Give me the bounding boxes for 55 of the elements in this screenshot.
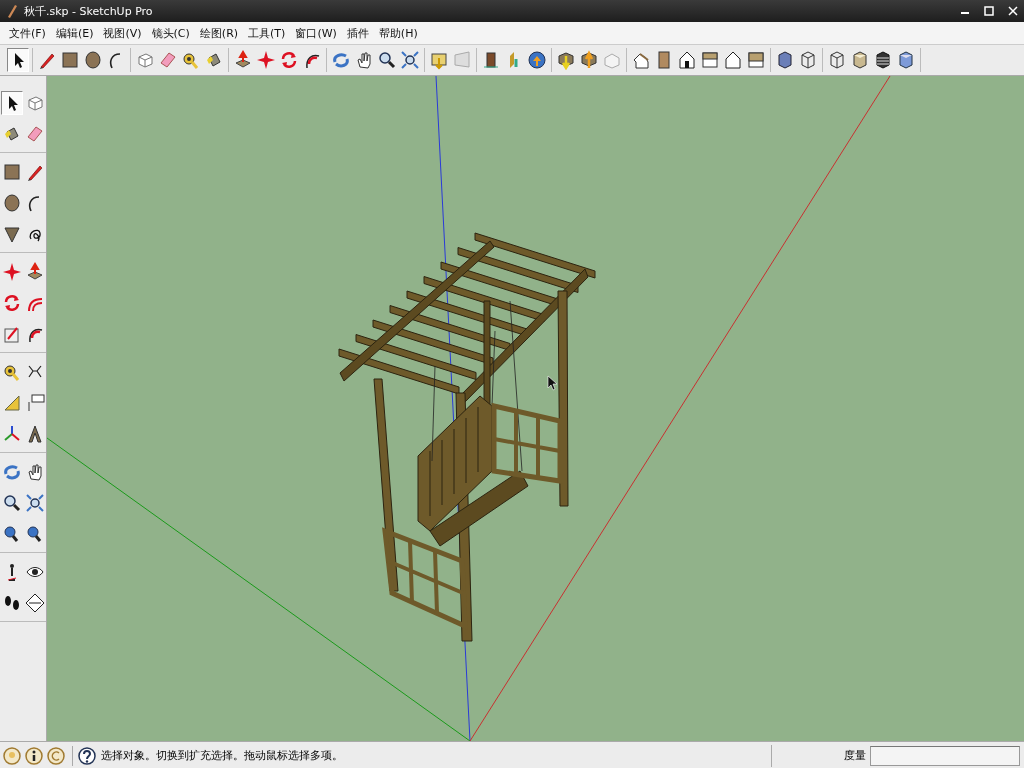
menu-item[interactable]: 插件 bbox=[341, 25, 374, 41]
square-icon[interactable] bbox=[746, 50, 766, 70]
building-icon[interactable] bbox=[481, 50, 501, 70]
help-icon[interactable] bbox=[77, 745, 97, 766]
label-icon[interactable] bbox=[25, 392, 45, 413]
status-hint: 选择对象。切换到扩充选择。拖动鼠标选择多项。 bbox=[101, 748, 343, 763]
house-icon[interactable] bbox=[723, 50, 743, 70]
tape-measure-icon[interactable] bbox=[181, 50, 201, 70]
rotate-icon[interactable] bbox=[279, 50, 299, 70]
swing-model-drawing[interactable] bbox=[338, 232, 596, 642]
rectangle-icon[interactable] bbox=[2, 161, 22, 182]
cube-icon[interactable] bbox=[798, 50, 818, 70]
push-pull-icon[interactable] bbox=[25, 261, 45, 282]
window-title: 秋千.skp - SketchUp Pro bbox=[24, 3, 153, 19]
diamond-icon[interactable] bbox=[25, 592, 45, 613]
cube-icon[interactable] bbox=[775, 50, 795, 70]
axes-icon[interactable] bbox=[2, 423, 22, 444]
zoom-icon[interactable] bbox=[2, 492, 22, 513]
circle-icon[interactable] bbox=[83, 50, 103, 70]
striped-cube-icon[interactable] bbox=[873, 50, 893, 70]
cube-icon[interactable] bbox=[827, 50, 847, 70]
menu-item[interactable]: 镜头(C) bbox=[146, 25, 195, 41]
cube-icon[interactable] bbox=[850, 50, 870, 70]
upload-icon[interactable] bbox=[579, 50, 599, 70]
orbit-icon[interactable] bbox=[331, 50, 351, 70]
hand-icon[interactable] bbox=[25, 461, 45, 482]
close-icon[interactable] bbox=[1008, 6, 1018, 16]
maximize-icon[interactable] bbox=[984, 6, 994, 16]
menu-item[interactable]: 窗口(W) bbox=[290, 25, 342, 41]
mouse-cursor-icon bbox=[547, 375, 558, 391]
eraser-icon[interactable] bbox=[158, 50, 178, 70]
measurement-field[interactable] bbox=[870, 745, 1020, 766]
rotate-icon[interactable] bbox=[2, 292, 22, 313]
letter-shape-icon[interactable] bbox=[25, 423, 45, 444]
cube-icon[interactable] bbox=[896, 50, 916, 70]
menu-item[interactable]: 文件(F) bbox=[4, 25, 51, 41]
move-icon[interactable] bbox=[256, 50, 276, 70]
globe-icon[interactable] bbox=[527, 50, 547, 70]
zoom-extents-icon[interactable] bbox=[25, 492, 45, 513]
menu-item[interactable]: 帮助(H) bbox=[373, 25, 423, 41]
menu-item[interactable]: 工具(T) bbox=[243, 25, 291, 41]
circle-icon[interactable] bbox=[2, 192, 22, 213]
menu-item[interactable]: 绘图(R) bbox=[194, 25, 244, 41]
rectangle-icon[interactable] bbox=[60, 50, 80, 70]
zoom-icon[interactable] bbox=[377, 50, 397, 70]
square-icon[interactable] bbox=[700, 50, 720, 70]
menu-item[interactable]: 视图(V) bbox=[98, 25, 147, 41]
house-icon[interactable] bbox=[677, 50, 697, 70]
hand-icon[interactable] bbox=[354, 50, 374, 70]
zoom-extents-icon[interactable] bbox=[400, 50, 420, 70]
pencil-logo-icon bbox=[6, 4, 18, 18]
download-icon[interactable] bbox=[556, 50, 576, 70]
info-icon[interactable] bbox=[24, 745, 44, 766]
push-pull-icon[interactable] bbox=[233, 50, 253, 70]
menu-item[interactable]: 编辑(E) bbox=[50, 25, 99, 41]
